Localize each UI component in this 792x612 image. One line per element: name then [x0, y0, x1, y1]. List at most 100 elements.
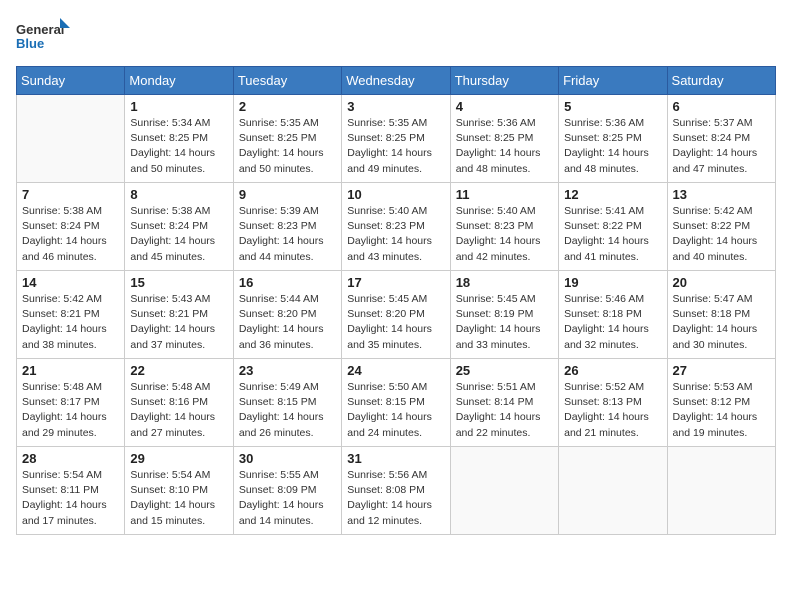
calendar-cell: 4 Sunrise: 5:36 AM Sunset: 8:25 PM Daylig… [450, 95, 558, 183]
day-info: Sunrise: 5:44 AM Sunset: 8:20 PM Dayligh… [239, 292, 336, 353]
day-info: Sunrise: 5:48 AM Sunset: 8:16 PM Dayligh… [130, 380, 227, 441]
calendar-cell: 19 Sunrise: 5:46 AM Sunset: 8:18 PM Dayli… [559, 271, 667, 359]
day-number: 12 [564, 187, 661, 202]
calendar-cell: 7 Sunrise: 5:38 AM Sunset: 8:24 PM Daylig… [17, 183, 125, 271]
day-info: Sunrise: 5:54 AM Sunset: 8:11 PM Dayligh… [22, 468, 119, 529]
page-header: General Blue [16, 16, 776, 60]
calendar-cell: 3 Sunrise: 5:35 AM Sunset: 8:25 PM Daylig… [342, 95, 450, 183]
calendar-cell [667, 447, 775, 535]
day-info: Sunrise: 5:43 AM Sunset: 8:21 PM Dayligh… [130, 292, 227, 353]
calendar-cell: 14Sunrise: 5:42 AM Sunset: 8:21 PM Dayli… [17, 271, 125, 359]
day-info: Sunrise: 5:35 AM Sunset: 8:25 PM Dayligh… [347, 116, 444, 177]
calendar-cell: 15 Sunrise: 5:43 AM Sunset: 8:21 PM Dayli… [125, 271, 233, 359]
day-number: 5 [564, 99, 661, 114]
calendar-table: SundayMondayTuesdayWednesdayThursdayFrid… [16, 66, 776, 535]
day-header-wednesday: Wednesday [342, 67, 450, 95]
day-number: 8 [130, 187, 227, 202]
day-number: 2 [239, 99, 336, 114]
day-info: Sunrise: 5:39 AM Sunset: 8:23 PM Dayligh… [239, 204, 336, 265]
calendar-cell [17, 95, 125, 183]
calendar-cell: 10Sunrise: 5:40 AM Sunset: 8:23 PM Dayli… [342, 183, 450, 271]
day-info: Sunrise: 5:46 AM Sunset: 8:18 PM Dayligh… [564, 292, 661, 353]
calendar-cell: 6 Sunrise: 5:37 AM Sunset: 8:24 PM Daylig… [667, 95, 775, 183]
day-info: Sunrise: 5:38 AM Sunset: 8:24 PM Dayligh… [130, 204, 227, 265]
calendar-cell: 31Sunrise: 5:56 AM Sunset: 8:08 PM Dayli… [342, 447, 450, 535]
day-number: 6 [673, 99, 770, 114]
calendar-cell [450, 447, 558, 535]
day-info: Sunrise: 5:45 AM Sunset: 8:19 PM Dayligh… [456, 292, 553, 353]
day-number: 16 [239, 275, 336, 290]
day-info: Sunrise: 5:49 AM Sunset: 8:15 PM Dayligh… [239, 380, 336, 441]
day-number: 7 [22, 187, 119, 202]
day-info: Sunrise: 5:40 AM Sunset: 8:23 PM Dayligh… [347, 204, 444, 265]
day-header-saturday: Saturday [667, 67, 775, 95]
day-info: Sunrise: 5:45 AM Sunset: 8:20 PM Dayligh… [347, 292, 444, 353]
day-info: Sunrise: 5:51 AM Sunset: 8:14 PM Dayligh… [456, 380, 553, 441]
day-header-thursday: Thursday [450, 67, 558, 95]
day-number: 13 [673, 187, 770, 202]
day-number: 9 [239, 187, 336, 202]
calendar-cell: 5 Sunrise: 5:36 AM Sunset: 8:25 PM Daylig… [559, 95, 667, 183]
calendar-cell: 24 Sunrise: 5:50 AM Sunset: 8:15 PM Dayli… [342, 359, 450, 447]
day-number: 4 [456, 99, 553, 114]
day-number: 21 [22, 363, 119, 378]
day-info: Sunrise: 5:52 AM Sunset: 8:13 PM Dayligh… [564, 380, 661, 441]
day-number: 14 [22, 275, 119, 290]
day-info: Sunrise: 5:41 AM Sunset: 8:22 PM Dayligh… [564, 204, 661, 265]
day-number: 11 [456, 187, 553, 202]
calendar-cell: 20Sunrise: 5:47 AM Sunset: 8:18 PM Dayli… [667, 271, 775, 359]
logo-svg: General Blue [16, 16, 72, 60]
calendar-cell: 16 Sunrise: 5:44 AM Sunset: 8:20 PM Dayli… [233, 271, 341, 359]
day-number: 3 [347, 99, 444, 114]
calendar-cell: 17 Sunrise: 5:45 AM Sunset: 8:20 PM Dayli… [342, 271, 450, 359]
calendar-cell: 22 Sunrise: 5:48 AM Sunset: 8:16 PM Dayli… [125, 359, 233, 447]
day-number: 23 [239, 363, 336, 378]
calendar-cell: 25 Sunrise: 5:51 AM Sunset: 8:14 PM Dayli… [450, 359, 558, 447]
calendar-cell [559, 447, 667, 535]
week-row-2: 7 Sunrise: 5:38 AM Sunset: 8:24 PM Daylig… [17, 183, 776, 271]
calendar-cell: 8 Sunrise: 5:38 AM Sunset: 8:24 PM Daylig… [125, 183, 233, 271]
day-number: 17 [347, 275, 444, 290]
day-info: Sunrise: 5:35 AM Sunset: 8:25 PM Dayligh… [239, 116, 336, 177]
week-row-5: 28Sunrise: 5:54 AM Sunset: 8:11 PM Dayli… [17, 447, 776, 535]
calendar-cell: 11 Sunrise: 5:40 AM Sunset: 8:23 PM Dayli… [450, 183, 558, 271]
day-number: 24 [347, 363, 444, 378]
day-info: Sunrise: 5:37 AM Sunset: 8:24 PM Dayligh… [673, 116, 770, 177]
calendar-cell: 26Sunrise: 5:52 AM Sunset: 8:13 PM Dayli… [559, 359, 667, 447]
day-number: 19 [564, 275, 661, 290]
day-info: Sunrise: 5:36 AM Sunset: 8:25 PM Dayligh… [564, 116, 661, 177]
calendar-cell: 27Sunrise: 5:53 AM Sunset: 8:12 PM Dayli… [667, 359, 775, 447]
calendar-cell: 1 Sunrise: 5:34 AM Sunset: 8:25 PM Daylig… [125, 95, 233, 183]
day-info: Sunrise: 5:47 AM Sunset: 8:18 PM Dayligh… [673, 292, 770, 353]
calendar-cell: 30 Sunrise: 5:55 AM Sunset: 8:09 PM Dayli… [233, 447, 341, 535]
day-number: 29 [130, 451, 227, 466]
calendar-cell: 9 Sunrise: 5:39 AM Sunset: 8:23 PM Daylig… [233, 183, 341, 271]
day-number: 22 [130, 363, 227, 378]
calendar-cell: 12 Sunrise: 5:41 AM Sunset: 8:22 PM Dayli… [559, 183, 667, 271]
calendar-cell: 13 Sunrise: 5:42 AM Sunset: 8:22 PM Dayli… [667, 183, 775, 271]
day-info: Sunrise: 5:38 AM Sunset: 8:24 PM Dayligh… [22, 204, 119, 265]
week-row-4: 21 Sunrise: 5:48 AM Sunset: 8:17 PM Dayli… [17, 359, 776, 447]
week-row-1: 1 Sunrise: 5:34 AM Sunset: 8:25 PM Daylig… [17, 95, 776, 183]
day-header-friday: Friday [559, 67, 667, 95]
day-number: 25 [456, 363, 553, 378]
day-number: 30 [239, 451, 336, 466]
day-info: Sunrise: 5:34 AM Sunset: 8:25 PM Dayligh… [130, 116, 227, 177]
day-info: Sunrise: 5:48 AM Sunset: 8:17 PM Dayligh… [22, 380, 119, 441]
day-header-monday: Monday [125, 67, 233, 95]
day-number: 27 [673, 363, 770, 378]
day-header-tuesday: Tuesday [233, 67, 341, 95]
calendar-cell: 2 Sunrise: 5:35 AM Sunset: 8:25 PM Daylig… [233, 95, 341, 183]
logo: General Blue [16, 16, 72, 60]
day-info: Sunrise: 5:42 AM Sunset: 8:22 PM Dayligh… [673, 204, 770, 265]
day-info: Sunrise: 5:40 AM Sunset: 8:23 PM Dayligh… [456, 204, 553, 265]
calendar-cell: 21 Sunrise: 5:48 AM Sunset: 8:17 PM Dayli… [17, 359, 125, 447]
day-info: Sunrise: 5:36 AM Sunset: 8:25 PM Dayligh… [456, 116, 553, 177]
day-number: 18 [456, 275, 553, 290]
day-info: Sunrise: 5:50 AM Sunset: 8:15 PM Dayligh… [347, 380, 444, 441]
calendar-header-row: SundayMondayTuesdayWednesdayThursdayFrid… [17, 67, 776, 95]
calendar-cell: 28Sunrise: 5:54 AM Sunset: 8:11 PM Dayli… [17, 447, 125, 535]
day-number: 1 [130, 99, 227, 114]
day-number: 15 [130, 275, 227, 290]
day-info: Sunrise: 5:55 AM Sunset: 8:09 PM Dayligh… [239, 468, 336, 529]
